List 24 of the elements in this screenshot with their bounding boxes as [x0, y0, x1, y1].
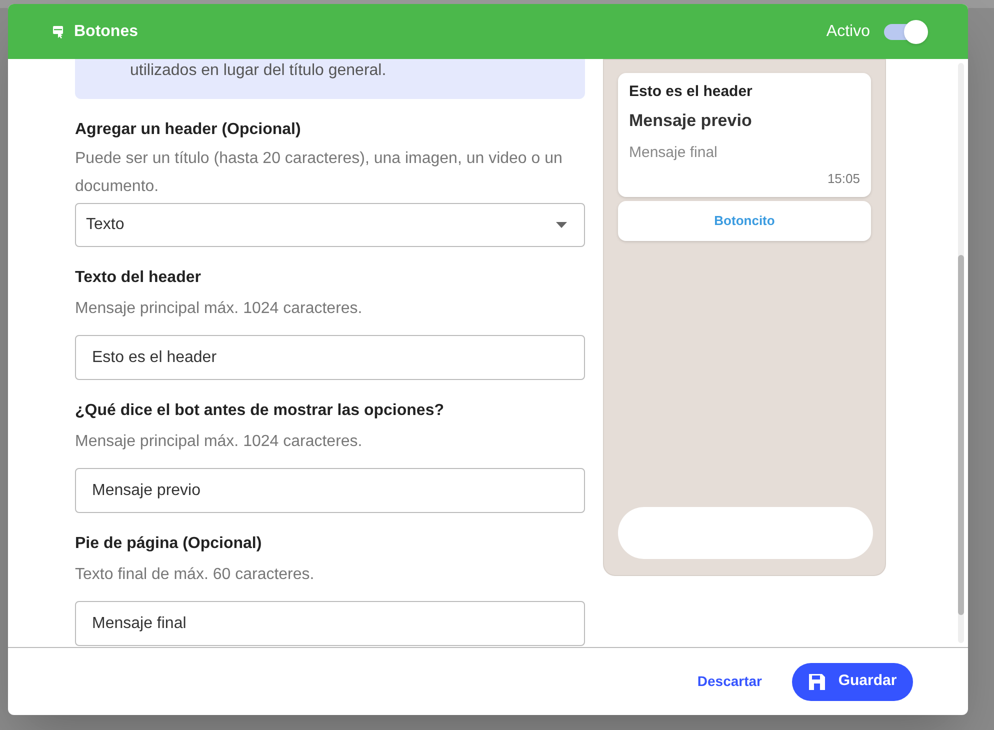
- active-label: Activo: [826, 22, 870, 42]
- message-input-field[interactable]: [618, 507, 873, 559]
- field-help: Mensaje principal máx. 1024 caracteres.: [75, 432, 364, 452]
- input-field[interactable]: Mensaje final: [75, 601, 585, 646]
- field-help: Texto final de máx. 60 caracteres.: [75, 565, 316, 585]
- input-field[interactable]: Esto es el header: [75, 335, 585, 380]
- field-label: Texto del header: [75, 268, 202, 288]
- message-time: 15:05: [827, 170, 860, 188]
- discard-button[interactable]: Descartar: [689, 665, 770, 698]
- preview-footer: Mensaje final: [629, 143, 860, 163]
- preview-header: Esto es el header: [629, 82, 754, 102]
- field-help: Mensaje principal máx. 1024 caracteres.: [75, 299, 364, 319]
- dialog-title: Botones: [74, 22, 138, 42]
- field-label: ¿Qué dice el bot antes de mostrar las opciones?: [75, 401, 445, 421]
- field-help: Puede ser un título (hasta 20 caracteres), una imagen, un video o un documento.: [75, 149, 564, 197]
- save-button[interactable]: Guardar: [792, 662, 913, 700]
- input-field[interactable]: Mensaje previo: [75, 468, 585, 513]
- caret-icon: [556, 222, 567, 228]
- field-label: Agregar un header (Opcional): [75, 120, 302, 140]
- field-label: Pie de página (Opcional): [75, 534, 263, 554]
- info-note: utilizados en lugar del título general.: [75, 59, 585, 99]
- preview-body: Mensaje previo: [629, 110, 753, 132]
- header-type-dropdown[interactable]: Texto: [75, 203, 585, 247]
- cursor-click-icon: [52, 24, 64, 38]
